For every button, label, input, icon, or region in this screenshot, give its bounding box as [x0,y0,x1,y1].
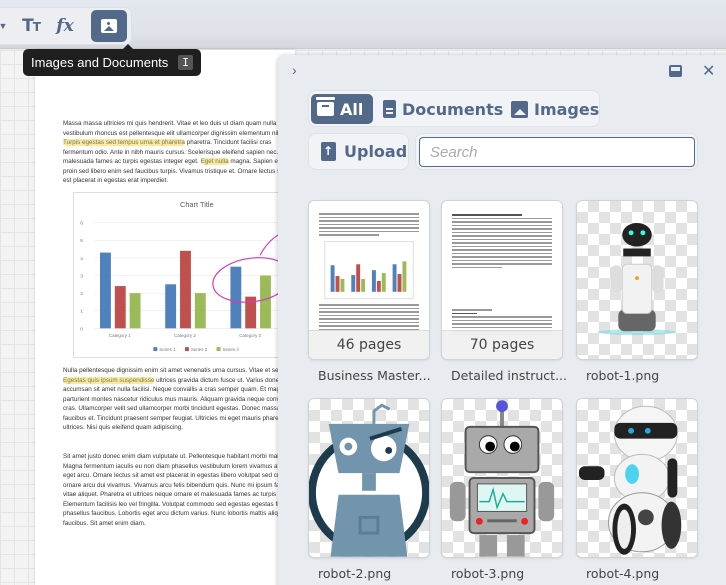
file-upload-icon [321,142,336,161]
text: Sit amet justo donec enim diam vulputate… [63,453,302,527]
text: Massa massa ultricies mi quis hendrerit.… [63,120,302,137]
file-name: robot-3.png [451,566,525,581]
y-tick-label: 4 [80,256,83,262]
y-tick-label: 6 [80,221,83,227]
document-thumbnail[interactable]: 46 pages [308,200,430,360]
tab-images[interactable]: Images [505,94,605,124]
tab-documents[interactable]: Documents [377,94,509,124]
legend-label: Series 3 [223,347,240,352]
media-card[interactable]: robot-1.png [576,200,698,383]
bar [100,252,111,329]
x-tick-label: Category 1 [109,333,131,338]
search-wrapper [415,133,698,170]
legend-swatch [216,347,221,352]
media-card[interactable]: 70 pages Detailed instruct... [441,200,567,383]
image-icon [511,100,528,118]
robot-2-image [309,403,429,557]
text: Nulla pellentesque dignissim enim sit am… [63,367,284,374]
document-icon [383,100,396,118]
x-tick-label: Category 3 [239,333,261,338]
robot-3-image [449,400,555,557]
file-name: Business Master... [318,368,431,383]
bar [260,275,271,329]
document-thumbnail[interactable]: 70 pages [441,200,563,360]
legend-swatch [153,347,158,352]
paragraph-1: Massa massa ultricies mi quis hendrerit.… [63,119,303,186]
y-tick-label: 3 [80,273,83,279]
chart-svg: Chart Title 0 1 2 3 4 5 6 Category 1 Category 2 Ca… [80,200,297,352]
legend-swatch [184,347,189,352]
images-documents-panel: › ✕ All Documents Images Upload [278,55,726,585]
file-name: robot-1.png [586,368,660,383]
text-size-icon: TT [22,16,41,36]
upload-button[interactable]: Upload [308,133,409,170]
paragraph-2: Nulla pellentesque dignissim enim sit am… [63,366,303,433]
bar [180,250,191,329]
y-tick-label: 5 [80,238,83,244]
filter-tabs: All Documents Images [308,90,600,127]
page-count: 70 pages [442,330,562,359]
y-tick-label: 2 [80,291,83,297]
file-name: robot-2.png [318,566,392,581]
paragraph-3: Sit amet justo donec enim diam vulputate… [63,452,303,528]
formula-button[interactable]: fx [52,11,78,41]
highlight[interactable]: Turpis egestas sed tempus urna et pharet… [63,139,185,146]
tab-label: Documents [402,99,504,119]
archive-icon [316,97,335,116]
bar [194,293,206,329]
file-name: Detailed instruct... [451,368,567,383]
bar [114,286,126,329]
robot-4-image [578,405,682,555]
media-card[interactable]: robot-4.png [576,398,698,581]
dock-bottom-icon[interactable] [669,65,682,77]
toolbar: ▼ TT fx [0,0,726,49]
chart-title: Chart Title [180,200,214,209]
bar [165,284,177,329]
caret-down-icon[interactable]: ▼ [0,11,8,41]
tooltip-label: Images and Documents [31,55,169,70]
text-size-button[interactable]: TT [16,11,46,41]
image-thumbnail[interactable] [576,398,698,558]
bar [230,266,242,329]
tab-label: All [340,99,364,119]
image-thumbnail[interactable] [308,398,430,558]
bar [129,293,141,329]
image-icon [101,19,117,33]
chevron-right-icon[interactable]: › [292,62,297,78]
highlight[interactable]: Eget nulla [200,158,229,165]
image-thumbnail[interactable] [441,398,563,558]
image-thumbnail[interactable] [576,200,698,360]
search-input[interactable] [419,137,695,167]
tooltip: Images and Documents I [23,44,201,76]
file-name: robot-4.png [586,566,660,581]
text: ultrices gravida dictum fusce ut. Varius… [63,376,301,432]
close-icon[interactable]: ✕ [702,61,715,81]
robot-1-image [597,222,677,336]
legend-label: Series 2 [191,347,208,352]
bar-chart[interactable]: Chart Title 0 1 2 3 4 5 6 Category 1 Category 2 Ca… [73,192,297,358]
tab-all[interactable]: All [311,94,373,124]
shortcut-key: I [178,55,193,70]
upload-label: Upload [344,142,408,161]
y-tick-label: 1 [80,309,83,315]
tab-label: Images [534,99,600,119]
page-count: 46 pages [309,330,429,359]
tool-group: ▼ TT fx [0,8,131,44]
fx-icon: fx [56,16,74,36]
document-page[interactable]: Massa massa ultricies mi quis hendrerit.… [35,50,302,585]
images-documents-button[interactable] [91,10,127,42]
media-card[interactable]: robot-2.png [308,398,430,581]
media-card[interactable]: 46 pages Business Master... [308,200,431,383]
media-card[interactable]: robot-3.png [441,398,563,581]
legend-label: Series 1 [159,347,176,352]
y-tick-label: 0 [80,326,83,332]
x-tick-label: Category 2 [174,333,196,338]
highlight[interactable]: Egestas quis ipsum suspendisse [63,376,155,384]
